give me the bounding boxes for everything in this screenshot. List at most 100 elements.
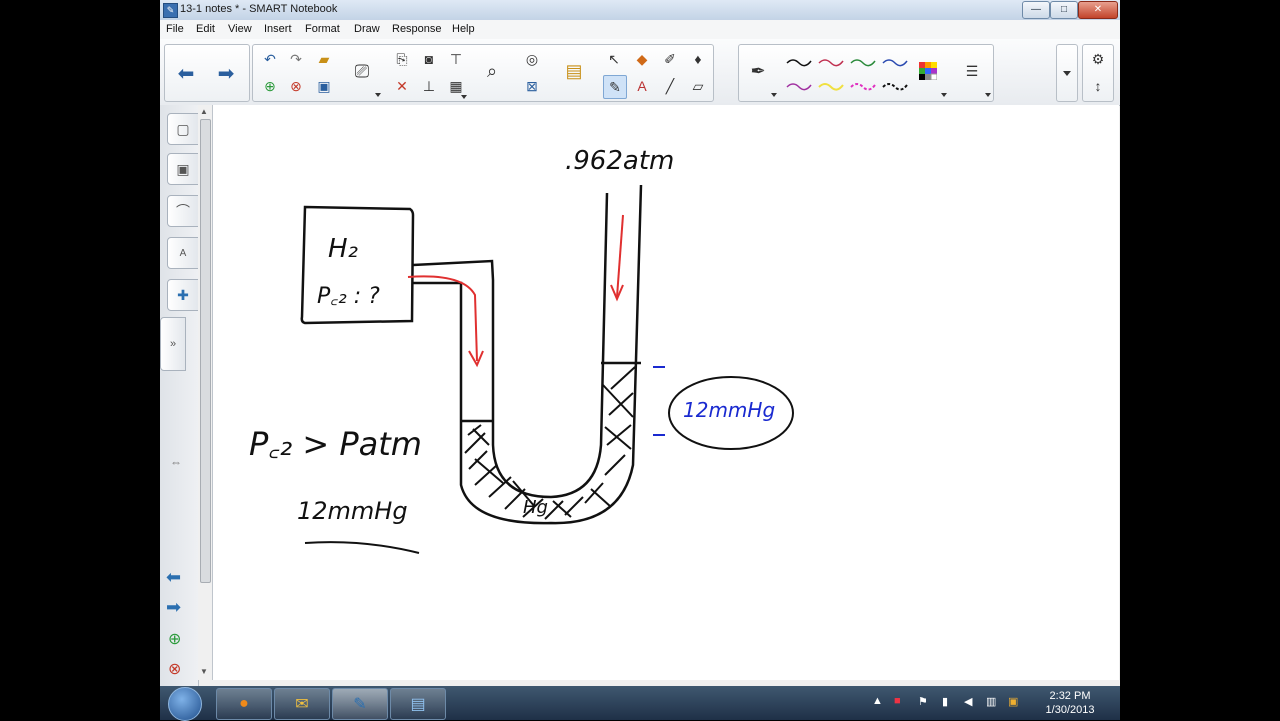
pen-icon[interactable]: ✒ <box>747 60 769 82</box>
volume-icon[interactable]: ◀ <box>964 695 972 708</box>
forward-arrow-icon[interactable]: ➡ <box>211 53 241 93</box>
magic-pen-icon[interactable]: ✐ <box>659 48 681 70</box>
line-width-icon[interactable]: ☰ <box>961 60 983 82</box>
line-icon[interactable]: ╱ <box>659 75 681 97</box>
app-icon: ✎ <box>163 3 178 18</box>
window-title: 13-1 notes * - SMART Notebook <box>180 3 338 15</box>
undo-icon[interactable]: ↶ <box>259 48 281 70</box>
menu-response[interactable]: Response <box>392 23 442 35</box>
pen-style-swatches[interactable] <box>783 49 913 97</box>
select-arrow-icon[interactable]: ↖ <box>603 48 625 70</box>
properties-icon[interactable]: ▤ <box>563 60 585 82</box>
menu-draw[interactable]: Draw <box>354 23 380 35</box>
scroll-up-icon[interactable]: ▲ <box>200 107 208 116</box>
scroll-thumb[interactable] <box>200 119 211 583</box>
text-icon[interactable]: A <box>631 75 653 97</box>
pen-properties-group: ✒ ☰ <box>738 44 994 102</box>
toolbar-overflow[interactable] <box>1056 44 1078 102</box>
line-width-dropdown-icon[interactable] <box>985 93 991 97</box>
pens-icon[interactable]: ✎ <box>603 75 627 99</box>
edit-tools-group: ↶ ↷ ▰ ⊕ ⊗ ▣ ⎚ ⎘ ◙ ⊤ ✕ ⊥ ▦ ⌕ ◎ ⊠ ▤ ✎ ↖ ◆ … <box>252 44 714 102</box>
color-dropdown-icon[interactable] <box>941 93 947 97</box>
top-pressure-label: .962atm <box>565 146 674 176</box>
toolbar-settings-group: ⚙ ↕ <box>1082 44 1114 102</box>
bracket-label: 12mmHg <box>683 398 775 422</box>
outlook-taskbar-icon[interactable]: ✉ <box>274 688 330 720</box>
action-center-flag-icon[interactable]: ⚑ <box>918 695 928 708</box>
vertical-scrollbar[interactable]: ▲ ▼ <box>198 105 213 680</box>
title-bar: ✎ 13-1 notes * - SMART Notebook — □ ✕ <box>160 0 1120 21</box>
smart-tools-taskbar-icon[interactable]: ▤ <box>390 688 446 720</box>
menu-help[interactable]: Help <box>452 23 475 35</box>
full-screen-icon[interactable]: ⊠ <box>521 75 543 97</box>
page-sorter-tab-icon[interactable]: ▢ <box>167 113 199 145</box>
eraser-icon[interactable]: ▱ <box>687 75 709 97</box>
scroll-down-icon[interactable]: ▼ <box>200 667 208 676</box>
screen-reveal-icon[interactable]: ⊥ <box>418 75 440 97</box>
screen-capture-icon[interactable]: ⎚ <box>351 60 373 82</box>
gear-icon[interactable]: ⚙ <box>1087 48 1109 70</box>
back-arrow-icon[interactable]: ⬅ <box>171 53 201 93</box>
add-page-icon[interactable]: ⊕ <box>259 75 281 97</box>
maximize-button[interactable]: □ <box>1050 1 1078 19</box>
response-icon[interactable]: ◎ <box>521 48 543 70</box>
delete-page-side-icon[interactable]: ⊗ <box>168 659 181 679</box>
smart-tray-icon[interactable]: ▣ <box>1008 695 1018 708</box>
delete-page-icon[interactable]: ⊗ <box>285 75 307 97</box>
attachments-tab-icon[interactable]: ⌒ <box>167 195 199 227</box>
menu-view[interactable]: View <box>228 23 252 35</box>
height-bracket <box>653 366 665 436</box>
windows-taskbar: ● ✉ ✎ ▤ ▲ ■ ⚑ ▮ ◀ ▥ ▣ 2:32 PM 1/30/2013 <box>160 686 1120 721</box>
menu-file[interactable]: File <box>166 23 184 35</box>
side-tabs: ▢ ▣ ⌒ A ✚ » ⇔ ⬅ ➡ ⊕ ⊗ <box>160 105 199 686</box>
menu-insert[interactable]: Insert <box>264 23 292 35</box>
resize-sidebar-icon[interactable]: ⇔ <box>170 455 182 469</box>
delete-icon[interactable]: ✕ <box>391 75 413 97</box>
notebook-page-canvas[interactable]: .962atm H₂ P꜀₂ : ? Hg 12mmHg P꜀₂ > Patm … <box>212 105 1119 680</box>
menu-bar: File Edit View Insert Format Draw Respon… <box>160 20 1120 40</box>
adobe-tray-icon[interactable]: ■ <box>894 695 901 707</box>
table-dropdown-icon[interactable] <box>461 95 467 99</box>
clock-date: 1/30/2013 <box>1045 704 1095 716</box>
menu-format[interactable]: Format <box>305 23 340 35</box>
screen-shade-icon[interactable]: ⊤ <box>445 48 467 70</box>
capture-dropdown-icon[interactable] <box>375 93 381 97</box>
show-hidden-icons-icon[interactable]: ▲ <box>872 695 883 707</box>
add-page-side-icon[interactable]: ⊕ <box>168 629 181 649</box>
color-palette-icon[interactable] <box>917 60 939 82</box>
pressure-relation: P꜀₂ > Patm <box>249 425 422 463</box>
gallery-tab-icon[interactable]: ▣ <box>167 153 199 185</box>
open-folder-icon[interactable]: ▰ <box>313 48 335 70</box>
table-icon[interactable]: ▦ <box>445 75 467 97</box>
fill-icon[interactable]: ♦ <box>687 48 709 70</box>
smart-notebook-taskbar-icon[interactable]: ✎ <box>332 688 388 720</box>
properties-tab-icon[interactable]: A <box>167 237 199 269</box>
addons-tab-icon[interactable]: ✚ <box>167 279 199 311</box>
shapes-icon[interactable]: ◆ <box>631 48 653 70</box>
previous-page-icon[interactable]: ⬅ <box>166 567 181 588</box>
start-button[interactable] <box>168 687 202 721</box>
camera-icon[interactable]: ◙ <box>418 48 440 70</box>
expand-sidebar-icon[interactable]: » <box>160 317 186 371</box>
close-button[interactable]: ✕ <box>1078 1 1118 19</box>
drawing-svg: .962atm H₂ P꜀₂ : ? Hg 12mmHg P꜀₂ > Patm … <box>249 146 794 554</box>
document-camera-icon[interactable]: ⌕ <box>481 60 503 82</box>
minimize-button[interactable]: — <box>1022 1 1050 19</box>
battery-icon[interactable]: ▮ <box>942 695 948 708</box>
network-icon[interactable]: ▥ <box>986 695 996 708</box>
redo-icon[interactable]: ↷ <box>285 48 307 70</box>
paste-icon[interactable]: ⎘ <box>391 48 413 70</box>
firefox-taskbar-icon[interactable]: ● <box>216 688 272 720</box>
move-toolbar-icon[interactable]: ↕ <box>1087 75 1109 97</box>
smart-notebook-window: ✎ 13-1 notes * - SMART Notebook — □ ✕ Fi… <box>160 0 1120 686</box>
pressure-arrows <box>407 214 624 368</box>
menu-edit[interactable]: Edit <box>196 23 215 35</box>
pressure-difference: 12mmHg <box>297 497 408 525</box>
page-nav-group: ⬅ ➡ <box>164 44 250 102</box>
flask-gas-label: H₂ <box>328 234 358 264</box>
save-icon[interactable]: ▣ <box>313 75 335 97</box>
system-clock[interactable]: 2:32 PM 1/30/2013 <box>1030 689 1110 717</box>
pen-dropdown-icon[interactable] <box>771 93 777 97</box>
next-page-icon[interactable]: ➡ <box>166 597 181 618</box>
mercury-label: Hg <box>523 497 548 518</box>
